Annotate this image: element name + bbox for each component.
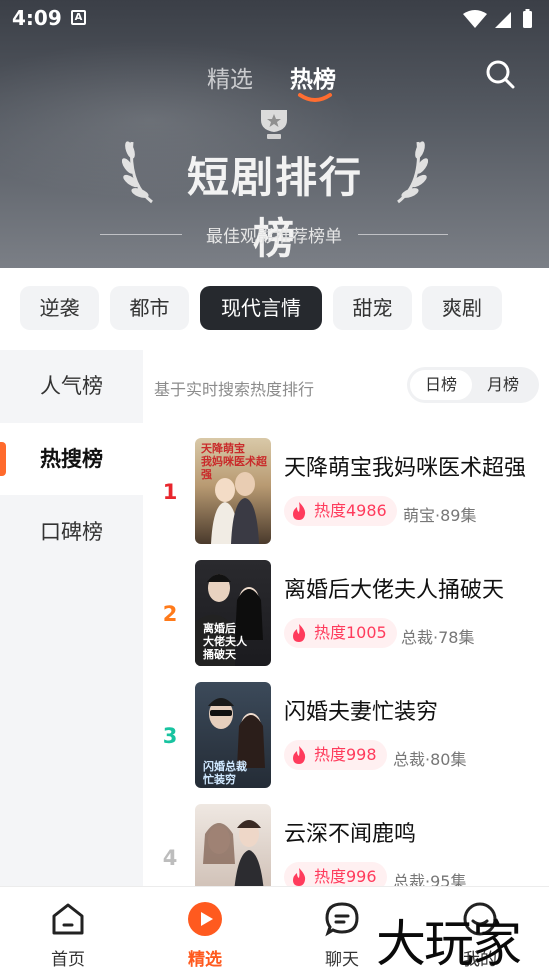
cover-title: 天降萌宝 我妈咪医术超强 — [201, 442, 267, 481]
drama-meta: 总裁·78集 — [401, 628, 475, 647]
header-banner: 4:09 A 精选 热榜 短剧排行榜 最佳观影推荐榜单 — [0, 0, 549, 268]
banner-title: 短剧排行榜 — [186, 153, 363, 263]
genre-chip-tianchong[interactable]: 甜宠 — [333, 286, 412, 330]
heat-badge: 热度4986 — [284, 496, 397, 526]
notification-icon: A — [71, 10, 86, 25]
nav-jingxuan[interactable]: 精选 — [155, 887, 255, 977]
drama-meta: 萌宝·89集 — [403, 506, 477, 525]
watermark-logo: 大玩家 — [376, 915, 522, 973]
heat-badge: 热度996 — [284, 862, 387, 886]
genre-chip-nixi[interactable]: 逆袭 — [20, 286, 99, 330]
toggle-monthly[interactable]: 月榜 — [472, 370, 534, 400]
laurel-left-icon — [122, 141, 153, 204]
drama-meta: 总裁·80集 — [393, 750, 467, 769]
list-item[interactable]: 4 云深不闻鹿鸣 热度996 总裁·95集 — [143, 804, 549, 886]
tab-jingxuan[interactable]: 精选 — [207, 60, 253, 94]
tab-rebang[interactable]: 热榜 — [290, 60, 336, 94]
rank-number: 3 — [162, 724, 178, 748]
status-time: 4:09 — [12, 6, 62, 30]
battery-icon — [523, 11, 532, 28]
heat-badge: 热度998 — [284, 740, 387, 770]
cover-title: 闪婚总裁 忙装穷 — [203, 760, 247, 786]
nav-label: 首页 — [51, 950, 85, 970]
status-icons — [463, 9, 532, 28]
banner-subtitle: 最佳观影推荐榜单 — [206, 227, 342, 247]
heat-value: 热度996 — [314, 867, 377, 886]
genre-chip-dushi[interactable]: 都市 — [110, 286, 189, 330]
sidebar-item-renqi[interactable]: 人气榜 — [0, 350, 143, 422]
drama-meta: 总裁·95集 — [393, 872, 467, 886]
drama-title: 离婚后大佬夫人捅破天 — [284, 578, 505, 603]
flame-icon — [293, 624, 306, 642]
flame-icon — [293, 502, 306, 520]
heat-value: 热度1005 — [314, 623, 387, 642]
sidebar-active-indicator — [0, 442, 6, 476]
wifi-icon — [463, 10, 487, 28]
banner-divider-right — [358, 234, 448, 235]
sidebar-item-resou[interactable]: 热搜榜 — [0, 423, 143, 495]
drama-title: 闪婚夫妻忙装穷 — [284, 700, 439, 725]
laurel-right-icon — [397, 141, 428, 204]
toggle-daily[interactable]: 日榜 — [410, 370, 472, 400]
play-icon — [188, 902, 222, 936]
drama-title: 天降萌宝我妈咪医术超强 — [284, 456, 527, 481]
home-icon — [52, 903, 84, 935]
list-item[interactable]: 2 离婚后 大佬夫人 捅破天 离婚后大佬夫人捅破天 热度1005 总裁·78集 — [143, 560, 549, 670]
chat-icon — [325, 902, 359, 937]
genre-chip-bar: 逆袭 都市 现代言情 甜宠 爽剧 — [0, 268, 549, 350]
trophy-icon — [261, 110, 287, 139]
status-bar: 4:09 A — [0, 0, 549, 36]
search-icon[interactable] — [484, 58, 516, 90]
sidebar-item-koubei[interactable]: 口碑榜 — [0, 496, 143, 568]
ranking-list-panel: 基于实时搜索热度排行 日榜 月榜 1 天降萌宝 我妈咪医术超强 天降萌宝我妈咪医术… — [143, 350, 549, 886]
list-item[interactable]: 1 天降萌宝 我妈咪医术超强 天降萌宝我妈咪医术超强 热度4986 萌宝·89集 — [143, 438, 549, 548]
heat-value: 热度4986 — [314, 501, 387, 520]
ranking-sidebar: 人气榜 热搜榜 口碑榜 — [0, 350, 143, 886]
signal-icon — [495, 12, 511, 28]
period-toggle: 日榜 月榜 — [407, 367, 539, 403]
flame-icon — [293, 746, 306, 764]
tab-active-indicator — [298, 93, 332, 102]
drama-cover[interactable] — [195, 804, 271, 886]
nav-label: 精选 — [188, 950, 222, 970]
genre-chip-shuangju[interactable]: 爽剧 — [422, 286, 502, 330]
rank-number: 2 — [162, 602, 178, 626]
drama-cover[interactable]: 离婚后 大佬夫人 捅破天 — [195, 560, 271, 666]
drama-cover[interactable]: 天降萌宝 我妈咪医术超强 — [195, 438, 271, 544]
nav-home[interactable]: 首页 — [18, 887, 118, 977]
rank-number: 4 — [162, 846, 178, 870]
heat-badge: 热度1005 — [284, 618, 397, 648]
banner-divider-left — [100, 234, 182, 235]
ranking-hint: 基于实时搜索热度排行 — [154, 380, 315, 399]
rank-number: 1 — [162, 480, 178, 504]
genre-chip-xiandaiyanqing[interactable]: 现代言情 — [200, 286, 322, 330]
flame-icon — [293, 868, 306, 886]
heat-value: 热度998 — [314, 745, 377, 764]
drama-title: 云深不闻鹿鸣 — [284, 822, 417, 847]
cover-title: 离婚后 大佬夫人 捅破天 — [203, 622, 247, 661]
drama-cover[interactable]: 闪婚总裁 忙装穷 — [195, 682, 271, 788]
list-item[interactable]: 3 闪婚总裁 忙装穷 闪婚夫妻忙装穷 热度998 总裁·80集 — [143, 682, 549, 792]
